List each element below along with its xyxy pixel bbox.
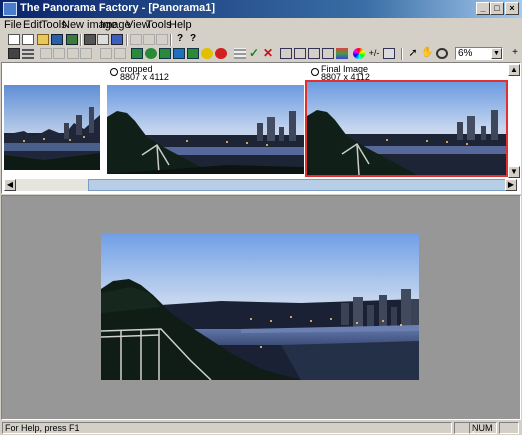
scroll-down-button[interactable]: ▼: [508, 166, 520, 178]
status-pane-empty: [499, 422, 519, 434]
reject-icon[interactable]: ✕: [262, 47, 274, 59]
panorama-image: [307, 82, 506, 175]
panorama-image: [4, 85, 100, 170]
blend-icon[interactable]: [187, 48, 199, 59]
help-icon[interactable]: ?: [174, 34, 186, 45]
sharpen-icon[interactable]: [322, 48, 334, 59]
lens-icon[interactable]: [145, 48, 157, 59]
menu-file[interactable]: File: [4, 19, 22, 31]
new-icon[interactable]: [8, 34, 20, 45]
record-icon[interactable]: [215, 48, 227, 59]
panorama-toolbar: ✓ ✕ +/- ➚ ✋: [0, 47, 522, 61]
properties-icon[interactable]: [111, 34, 123, 45]
undo-icon[interactable]: [67, 48, 79, 59]
fine-tune-icon[interactable]: [294, 48, 306, 59]
context-help-icon[interactable]: ?: [187, 34, 199, 45]
checklist-icon[interactable]: [234, 48, 246, 59]
scroll-right-button[interactable]: ▶: [505, 179, 517, 191]
palette-icon[interactable]: [336, 48, 348, 59]
thumbnail-hscrollbar[interactable]: ◀ ▶: [4, 179, 517, 191]
save-icon[interactable]: [37, 34, 49, 45]
paste-icon[interactable]: [156, 34, 168, 45]
maximize-button[interactable]: □: [490, 2, 504, 15]
scroll-up-button[interactable]: ▲: [508, 64, 520, 76]
pointer-icon[interactable]: ➚: [407, 48, 419, 59]
zoom-icon[interactable]: [436, 48, 448, 59]
standard-toolbar: ? ?: [0, 33, 522, 47]
scrollbar-thumb[interactable]: [88, 179, 508, 191]
print-icon[interactable]: [66, 34, 78, 45]
crop-icon[interactable]: [159, 48, 171, 59]
status-bar: For Help, press F1 NUM: [0, 421, 522, 435]
menu-tools-2[interactable]: Tools: [146, 19, 172, 31]
panorama-icon[interactable]: [131, 48, 143, 59]
copy-icon[interactable]: [143, 34, 155, 45]
app-window: The Panorama Factory - [Panorama1] _ □ ×…: [0, 0, 522, 435]
exposure-icon[interactable]: [201, 48, 213, 59]
redo-icon[interactable]: [80, 48, 92, 59]
rotate-right-icon[interactable]: [53, 48, 65, 59]
expand-icon[interactable]: +: [509, 48, 521, 59]
histogram-icon[interactable]: [383, 48, 395, 59]
rotate-left-icon[interactable]: [40, 48, 52, 59]
minimize-button[interactable]: _: [476, 2, 490, 15]
toolbar-separator: [170, 34, 172, 46]
align-icon[interactable]: [280, 48, 292, 59]
panorama-image: [107, 85, 304, 174]
plus-minus-icon[interactable]: +/-: [367, 48, 381, 59]
close-button[interactable]: ×: [505, 2, 519, 15]
scroll-left-button[interactable]: ◀: [4, 179, 16, 191]
image-info-icon: [110, 68, 118, 76]
image-icon[interactable]: [173, 48, 185, 59]
hand-icon[interactable]: ✋: [421, 48, 433, 59]
panorama-image: [101, 233, 419, 380]
stitch-icon[interactable]: [100, 48, 112, 59]
save-all-icon[interactable]: [51, 34, 63, 45]
toolbar-separator: [126, 34, 128, 46]
toolbar-separator: [80, 34, 82, 46]
thumbnail-strip: cropped 8807 x 4112 Final Image 8807 x 4…: [1, 62, 521, 194]
grid-icon[interactable]: [22, 48, 34, 59]
settings-icon[interactable]: [114, 48, 126, 59]
toolbar-separator: [401, 48, 403, 60]
color-wheel-icon[interactable]: [353, 48, 365, 59]
zoom-value: 6%: [458, 48, 473, 59]
window-title: The Panorama Factory - [Panorama1]: [20, 2, 216, 14]
accept-icon[interactable]: ✓: [248, 47, 260, 59]
levels-icon[interactable]: [308, 48, 320, 59]
menu-bar: File Edit Tools New image Image View Too…: [0, 18, 522, 33]
title-bar[interactable]: The Panorama Factory - [Panorama1] _ □ ×: [0, 0, 522, 18]
cut-icon[interactable]: [130, 34, 142, 45]
thumbnail-final-image[interactable]: [305, 80, 508, 177]
open-icon[interactable]: [22, 34, 34, 45]
final-panorama-view[interactable]: [101, 233, 419, 380]
chevron-down-icon[interactable]: ▼: [491, 48, 502, 59]
thumbnail-source[interactable]: [4, 85, 100, 170]
zoom-select[interactable]: 6% ▼: [455, 47, 503, 60]
status-num-indicator: NUM: [469, 422, 497, 434]
print-preview-icon[interactable]: [84, 34, 96, 45]
camera-icon[interactable]: [8, 48, 20, 59]
menu-help[interactable]: Help: [169, 19, 192, 31]
thumbnail-cropped[interactable]: [107, 85, 304, 174]
image-info-icon: [311, 68, 319, 76]
app-icon[interactable]: [3, 2, 17, 16]
menu-edit[interactable]: Edit: [23, 19, 42, 31]
thumbnail-size: 8807 x 4112: [120, 72, 169, 82]
book-icon[interactable]: [97, 34, 109, 45]
status-help-text: For Help, press F1: [2, 422, 452, 434]
